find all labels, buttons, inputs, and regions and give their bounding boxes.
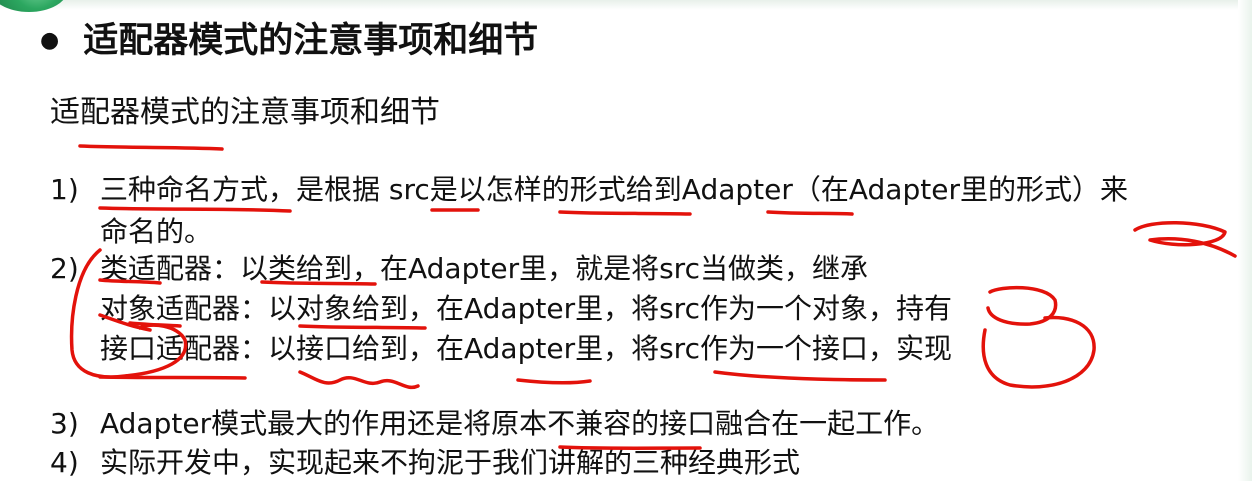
squiggle-right-top	[1133, 221, 1237, 258]
slide-title-text: 适配器模式的注意事项和细节	[83, 21, 539, 61]
title-bullet-icon: ●	[40, 28, 60, 53]
squiggle-by-interface	[298, 370, 420, 390]
underline-form	[558, 210, 692, 216]
slide-edge-decoration	[1238, 0, 1252, 481]
point-number: 1)	[50, 173, 79, 206]
point-number: 4)	[50, 446, 79, 479]
point-text: Adapter模式最大的作用还是将原本不兼容的接口融合在一起工作。	[100, 407, 940, 440]
point-number: 3)	[50, 407, 79, 440]
slide-title: ● 适配器模式的注意事项和细节	[40, 16, 538, 66]
point-1-continuation: 命名的。	[100, 215, 213, 248]
underline-adapter	[766, 210, 854, 216]
point-text-object-adapter: 对象适配器：以对象给到，在Adapter里，将src作为一个对象，持有	[100, 292, 952, 325]
point-text: 实际开发中，实现起来不拘泥于我们讲解的三种经典形式	[100, 446, 801, 479]
point-text: 三种命名方式，是根据 src是以怎样的形式给到Adapter（在Adapter里…	[100, 173, 1128, 206]
circle-implement	[981, 315, 1096, 389]
point-text-class-adapter: 类适配器：以类给到，在Adapter里，就是将src当做类，继承	[100, 252, 868, 285]
point-text-interface-adapter: 接口适配器：以接口给到，在Adapter里，将src作为一个接口，实现	[100, 332, 952, 365]
point-number: 2)	[50, 252, 79, 285]
circle-hold	[986, 285, 1058, 326]
underline-adapter-interface	[516, 378, 592, 385]
subheading-underline	[78, 144, 224, 151]
slide-subheading: 适配器模式的注意事项和细节	[50, 95, 440, 130]
underline-interface-adapter	[98, 375, 247, 380]
underline-src-interface	[713, 370, 887, 382]
slide-top-band	[0, 0, 1252, 10]
